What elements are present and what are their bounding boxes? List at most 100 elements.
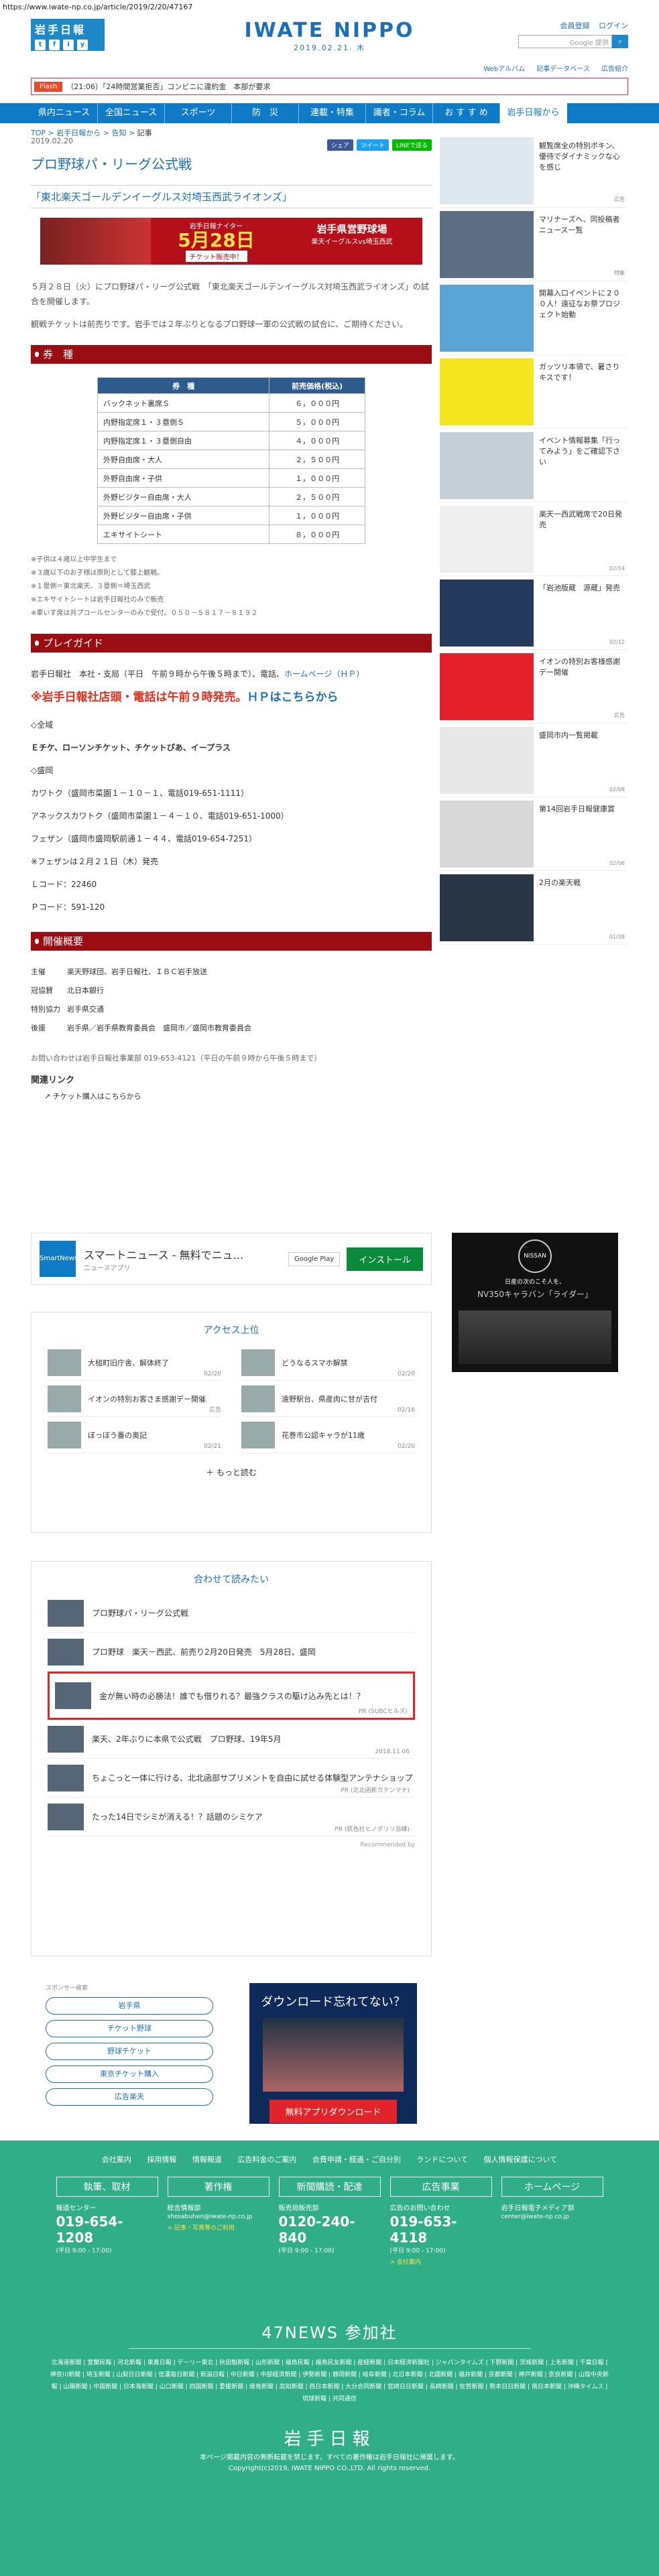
homepage-link[interactable]: ホームページ（ＨＰ） bbox=[284, 669, 364, 679]
footer-link[interactable]: ランドについて bbox=[416, 2155, 468, 2164]
sidebar-item[interactable]: 観覧席全の特別ボキン、優待でダイナミックな心を感じ広告 bbox=[440, 134, 627, 208]
download-button[interactable]: 無料アプリダウンロード bbox=[269, 2100, 397, 2123]
sidebar-item[interactable]: 第14回岩手日報健康賞 02/06 bbox=[440, 797, 627, 871]
footer-col-title[interactable]: 新聞購読・配達 bbox=[278, 2177, 381, 2197]
search-button[interactable]: ⌕ bbox=[612, 35, 628, 48]
nav-from-nippo[interactable]: 岩手日報から bbox=[500, 103, 567, 123]
list-item[interactable]: 花巻市公認キャラが11歳 02/20 bbox=[241, 1417, 415, 1453]
line-share-button[interactable]: LINEで送る bbox=[392, 139, 432, 151]
footer-col: 著作権 総合情報部 shosabuhen@iwate-np.co.jp > 記事・写真… bbox=[167, 2177, 269, 2266]
ticket-price: ５，０００円 bbox=[269, 412, 365, 431]
info-value: 楽天野球団、岩手日報社、ＩＢＣ岩手放送 bbox=[67, 967, 207, 976]
subnav-album[interactable]: Webアルバム bbox=[483, 66, 525, 73]
list-item[interactable]: プロ野球パ・リーグ公式戦 bbox=[48, 1594, 415, 1633]
item-title: ぼっぼう番の奥記 bbox=[88, 1430, 147, 1440]
table-row: 内野指定席１・３塁側Ｓ ５，０００円 bbox=[97, 412, 365, 431]
register-link[interactable]: 会員登録 bbox=[560, 21, 590, 30]
tweet-button[interactable]: ツイート bbox=[356, 139, 389, 151]
pill-item[interactable]: 岩手県 bbox=[46, 1997, 213, 2015]
sidebar-text: マリナーズへ、同投稿者ニュース一覧 bbox=[539, 215, 620, 234]
nav-series[interactable]: 連載・特集 bbox=[299, 103, 366, 123]
highlighted-ad-item[interactable]: 金が無い時の必勝法！誰でも借りれる？最強クラスの駆け込み先とは！？ PR (SUB… bbox=[48, 1672, 415, 1720]
nav-recommend[interactable]: お す す め bbox=[433, 103, 500, 123]
footer-link[interactable]: 会社案内 bbox=[102, 2155, 131, 2164]
list-item[interactable]: たった14日でシミが消える！？話題のシミケア PR (肌色社ヒノポリリ浴練) bbox=[48, 1798, 415, 1836]
google-play-badge[interactable]: Google Play bbox=[288, 1251, 341, 1266]
ticker-text[interactable]: （21:06）「24時間営業拒否」コンビニに違約金 本部が要求 bbox=[66, 81, 270, 92]
divider bbox=[128, 2348, 531, 2349]
flash-ticker[interactable]: Flash （21:06）「24時間営業拒否」コンビニに違約金 本部が要求 bbox=[31, 78, 628, 95]
pill-item[interactable]: 東京チケット購入 bbox=[46, 2065, 213, 2083]
list-item[interactable]: イオンの特別お客さま感謝デー開催 広告 bbox=[48, 1381, 221, 1417]
nav-prefecture[interactable]: 県内ニュース bbox=[31, 103, 98, 123]
search-icon: ⌕ bbox=[617, 37, 623, 46]
list-item[interactable]: プロ野球 楽天－西武、前売り2月20日発売 5月28日、盛岡 bbox=[48, 1633, 415, 1672]
footer-link[interactable]: 採用情報 bbox=[147, 2155, 176, 2164]
list-item[interactable]: どうなるスマホ解禁 02/20 bbox=[241, 1345, 415, 1381]
nav-sports[interactable]: スポーツ bbox=[165, 103, 232, 123]
footer-col-title[interactable]: 著作権 bbox=[167, 2177, 269, 2197]
list-item[interactable]: 楽天、2年ぶりに本県で公式戦 プロ野球、19年5月 2018.11.06 bbox=[48, 1720, 415, 1759]
sidebar-item[interactable]: 開幕入口イベントに２００人！遠征なお祭プロジェクト始動 bbox=[440, 281, 627, 355]
sidebar-text: 観覧席全の特別ボキン、優待でダイナミックな心を感じ bbox=[539, 141, 620, 172]
hp-link[interactable]: ＨＰはこちらから bbox=[247, 691, 339, 704]
pill-item[interactable]: 広告楽天 bbox=[46, 2088, 213, 2106]
login-link[interactable]: ログイン bbox=[599, 21, 628, 30]
nav-national[interactable]: 全国ニュース bbox=[98, 103, 165, 123]
list-item[interactable]: 遠野駅台、県産肉に甘が吉付 02/16 bbox=[241, 1381, 415, 1417]
sidebar-thumb bbox=[440, 653, 534, 720]
info-key: 主催 bbox=[31, 967, 46, 976]
more-button[interactable]: ＋ もっと読む bbox=[32, 1453, 431, 1478]
ticket-type: 外野ビジター自由席・子供 bbox=[97, 506, 270, 525]
more-label: もっと読む bbox=[216, 1468, 257, 1477]
sidebar-item[interactable]: 2月の楽天戦 01/28 bbox=[440, 871, 627, 945]
subnav-database[interactable]: 記事データベース bbox=[536, 66, 590, 73]
powered-by: Recommended by bbox=[360, 1842, 415, 1848]
nissan-ad[interactable]: NISSAN 日産の次のこそ人を、 NV350キャラバン「ライダー」 bbox=[452, 1233, 618, 1372]
search-input[interactable]: Google 提供 bbox=[518, 35, 612, 48]
info-key: 特別協力 bbox=[31, 1005, 60, 1014]
sidebar-item[interactable]: イベント情報募集「行ってみよう」をご確認下さい bbox=[440, 429, 627, 502]
list-item[interactable]: ぼっぼう番の奥記 02/21 bbox=[48, 1417, 221, 1453]
footer-link[interactable]: 個人情報保護について bbox=[484, 2155, 558, 2164]
sidebar-item[interactable]: ガッツリ本領で、暑さりキスです！ bbox=[440, 355, 627, 429]
list-item[interactable]: 大槌町旧庁舎、解体終了 02/20 bbox=[48, 1345, 221, 1381]
install-button[interactable]: インストール bbox=[347, 1247, 423, 1271]
event-banner[interactable]: 岩手日報ナイター 5月28日 チケット販売中！ 岩手県営野球場 楽天イーグルスv… bbox=[40, 218, 422, 265]
download-ad[interactable]: ダウンロード忘れてない？ 無料アプリダウンロード bbox=[249, 1983, 417, 2124]
footer-col-title[interactable]: ホームページ bbox=[501, 2177, 603, 2197]
sidebar-item[interactable]: 楽天一西武戦席で20日発売 02/14 bbox=[440, 502, 627, 576]
list-item[interactable]: ちょこっと一体に行ける、北北函部サプリメントを自由に試せる体験型アンテナショップ… bbox=[48, 1759, 415, 1798]
subnav-ads[interactable]: 広告紹介 bbox=[601, 66, 628, 73]
footer-link[interactable]: 情報報道 bbox=[192, 2155, 222, 2164]
sidebar-item[interactable]: 盛岡市内一覧掲載 02/08 bbox=[440, 724, 627, 797]
footer-link[interactable]: 広告料金のご案内 bbox=[237, 2155, 296, 2164]
article-title: プロ野球パ・リーグ公式戦 bbox=[31, 156, 192, 172]
table-row: バックネット裏席Ｓ ６，０００円 bbox=[97, 393, 365, 413]
ticket-purchase-link[interactable]: ↗ チケット購入はこちらから bbox=[31, 1091, 432, 1101]
sidebar-thumb bbox=[440, 432, 534, 499]
access-title: アクセス上位 bbox=[203, 1325, 259, 1336]
facebook-share-button[interactable]: シェア bbox=[326, 139, 353, 151]
info-key: 冠協賛 bbox=[31, 986, 53, 995]
smartnews-ad[interactable]: SmartNews スマートニュース - 無料でニュ... ニュースアプリ Go… bbox=[31, 1233, 432, 1285]
footer-col-title[interactable]: 広告事業 bbox=[390, 2177, 492, 2197]
thumb bbox=[48, 1599, 84, 1627]
sidebar-item[interactable]: 「岩池版蔵 源蔵」発売 02/12 bbox=[440, 576, 627, 650]
footer-link[interactable]: 会費申請・経過・ご自分別 bbox=[312, 2155, 401, 2164]
sidebar-date: 広告 bbox=[614, 196, 625, 202]
nav-column[interactable]: 識者・コラム bbox=[366, 103, 433, 123]
footer-col-link[interactable]: > 記事・写真等のご利用 bbox=[168, 2223, 269, 2232]
footer-col-title[interactable]: 執筆、取材 bbox=[56, 2177, 158, 2197]
footer-col: ホームページ 岩手日報電子メディア部 center@iwate-np.co.jp bbox=[501, 2177, 603, 2266]
item-date: 02/21 bbox=[204, 1443, 221, 1450]
copy-line: 本ページ掲載内容の無断転載を禁じます。すべての著作権は岩手日報社に帰属します。 bbox=[200, 2454, 459, 2461]
sidebar-item[interactable]: マリナーズへ、同投稿者ニュース一覧 特集 bbox=[440, 208, 627, 281]
footer-col-link[interactable]: > 会社案内 bbox=[390, 2257, 492, 2266]
pill-item[interactable]: チケット野球 bbox=[46, 2020, 213, 2037]
sidebar-thumb bbox=[440, 506, 534, 573]
sidebar-item[interactable]: イオンの特別お客様感謝デー開催 広告 bbox=[440, 650, 627, 724]
nav-disaster[interactable]: 防 災 bbox=[232, 103, 299, 123]
sidebar-text: 開幕入口イベントに２００人！遠征なお祭プロジェクト始動 bbox=[539, 289, 620, 319]
pill-item[interactable]: 野球チケット bbox=[46, 2043, 213, 2060]
